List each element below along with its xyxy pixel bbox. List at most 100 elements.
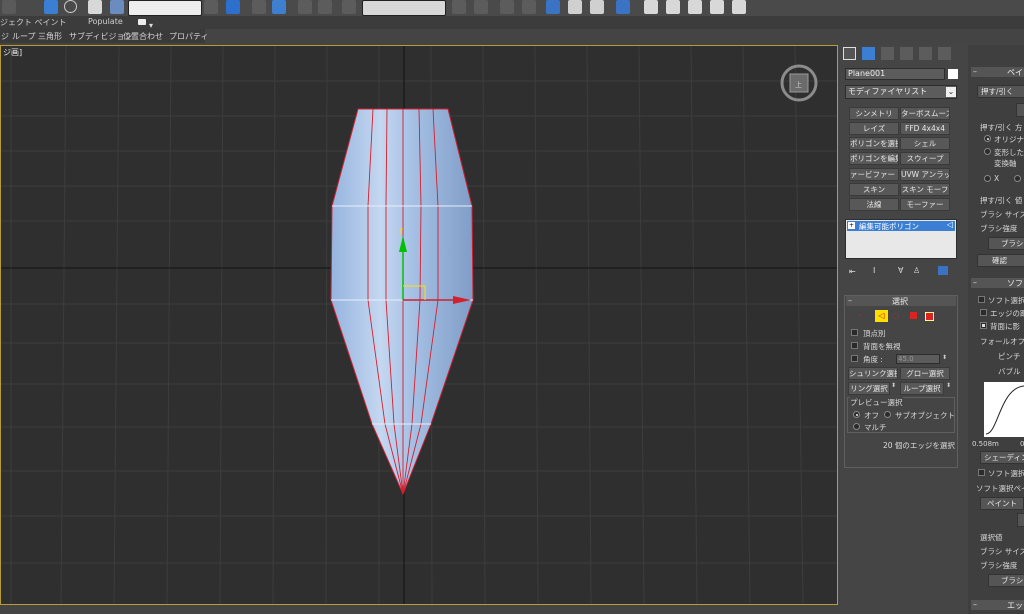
preview-multi-radio[interactable] xyxy=(853,423,860,430)
activeshade-icon[interactable] xyxy=(710,0,724,14)
lock-soft-selection-checkbox[interactable] xyxy=(978,469,985,476)
populate-tab[interactable]: Populate xyxy=(88,17,123,26)
use-soft-selection-checkbox[interactable] xyxy=(978,296,985,303)
named-selection-dropdown[interactable] xyxy=(362,0,446,16)
object-name-field[interactable]: Plane001 xyxy=(845,68,945,80)
schematic-view-icon[interactable] xyxy=(568,0,582,14)
create-tab-icon[interactable] xyxy=(843,47,856,60)
brush-options-button-2[interactable]: ブラシ xyxy=(988,574,1024,587)
motion-tab-icon[interactable] xyxy=(900,47,913,60)
ribbon-toggle-icon[interactable] xyxy=(138,19,146,25)
ignore-backfacing-checkbox[interactable] xyxy=(851,342,858,349)
spinner-snap-icon[interactable] xyxy=(318,0,332,14)
modifier-button-turbosmooth[interactable]: ターボスムーズ xyxy=(900,107,950,120)
shrink-button[interactable]: シュリンク選択 xyxy=(848,367,898,380)
edit-edges-header[interactable]: – エッジ xyxy=(971,600,1024,610)
modifier-button-normal[interactable]: 法線 xyxy=(849,198,899,211)
by-vertex-checkbox[interactable] xyxy=(851,329,858,336)
original-normals-radio[interactable] xyxy=(984,135,991,142)
modifier-button-shell[interactable]: シェル xyxy=(900,137,950,150)
display-tab-icon[interactable] xyxy=(919,47,932,60)
show-end-result-icon[interactable]: Ⅰ xyxy=(873,266,875,275)
grow-button[interactable]: グロー選択 xyxy=(900,367,950,380)
vertex-subobject-icon[interactable]: · xyxy=(859,311,862,320)
chevron-down-icon[interactable]: ⌄ xyxy=(946,87,956,97)
ring-button[interactable]: リング選択 xyxy=(848,382,890,395)
modifier-button-surface-ws[interactable]: ァービファー (WS xyxy=(849,168,899,181)
modifier-list-dropdown[interactable]: モディファイヤリスト xyxy=(845,85,957,99)
angle-input[interactable]: 45.0 xyxy=(896,354,940,364)
axis-y-radio[interactable] xyxy=(1014,175,1021,182)
modifier-button-skin[interactable]: スキン xyxy=(849,183,899,196)
snap-toggle-icon[interactable] xyxy=(252,0,266,14)
configure-modifier-sets-icon[interactable] xyxy=(938,266,948,275)
polygon-subobject-icon[interactable] xyxy=(910,312,917,319)
ring-spinner[interactable]: ⬍ xyxy=(891,382,896,389)
modifier-button-poly-select[interactable]: ポリゴンを選択 xyxy=(849,137,899,150)
select-move-icon[interactable] xyxy=(110,0,124,14)
angle-spinner[interactable]: ⬍ xyxy=(942,354,947,361)
render-setup-icon[interactable] xyxy=(616,0,630,14)
paint-deformation-header[interactable]: – ペイン xyxy=(971,67,1024,77)
modifier-button-uvw-unwrap[interactable]: UVW アンラップ xyxy=(900,168,950,181)
edge-distance-checkbox[interactable] xyxy=(980,309,987,316)
toolbar-icon[interactable] xyxy=(2,0,16,14)
pin-stack-icon[interactable]: ⇤ xyxy=(849,267,856,276)
revert-button[interactable] xyxy=(1017,513,1024,527)
pivot-icon[interactable] xyxy=(204,0,218,14)
modifier-button-skin-morph[interactable]: スキン モーフ xyxy=(900,183,950,196)
curve-editor-icon[interactable] xyxy=(546,0,560,14)
reference-coord-dropdown[interactable] xyxy=(128,0,202,16)
modifier-button-morpher[interactable]: モーファー xyxy=(900,198,950,211)
menu-item-edit[interactable]: ジ xyxy=(1,31,9,42)
modifier-button-relax[interactable]: レイズ xyxy=(849,122,899,135)
preview-off-radio[interactable] xyxy=(853,411,860,418)
preview-subobject-radio[interactable] xyxy=(884,411,891,418)
angle-snap-icon[interactable] xyxy=(272,0,286,14)
loop-button[interactable]: ループ選択 xyxy=(900,382,944,395)
element-subobject-icon[interactable] xyxy=(925,312,934,321)
render-iterative-icon[interactable] xyxy=(688,0,702,14)
object-color-swatch[interactable] xyxy=(948,69,958,79)
brush-options-button[interactable]: ブラシオ xyxy=(988,237,1024,250)
stack-item-editable-poly[interactable]: + 編集可能ポリゴン ◁ xyxy=(847,220,955,231)
percent-snap-icon[interactable] xyxy=(298,0,312,14)
paint-button[interactable]: ペイント xyxy=(980,497,1024,510)
mirror-icon[interactable] xyxy=(452,0,466,14)
loop-spinner[interactable]: ⬍ xyxy=(946,382,951,389)
border-subobject-icon[interactable]: ◌ xyxy=(892,311,899,320)
render-online-icon[interactable] xyxy=(732,0,746,14)
viewcube-icon[interactable]: 上 xyxy=(780,64,818,102)
object-paint-tab[interactable]: ジェクト ペイント xyxy=(0,17,67,28)
menu-item-align[interactable]: 位置合わせ xyxy=(123,31,163,42)
circle-select-icon[interactable] xyxy=(64,0,77,13)
select-object-icon[interactable] xyxy=(44,0,58,14)
menu-item-loop[interactable]: ループ xyxy=(12,31,36,42)
select-manipulate-icon[interactable] xyxy=(226,0,240,14)
render-production-icon[interactable] xyxy=(666,0,680,14)
modifier-button-edit-poly[interactable]: ポリゴンを編集 xyxy=(849,152,899,165)
edit-named-selection-icon[interactable] xyxy=(342,0,356,14)
shaded-face-toggle[interactable]: シェーディン xyxy=(980,451,1024,464)
align-icon[interactable] xyxy=(474,0,488,14)
deformed-normals-radio[interactable] xyxy=(984,148,991,155)
perspective-viewport[interactable]: ジ画] y 上 xyxy=(0,45,838,605)
graphite-toggle-icon[interactable] xyxy=(522,0,536,14)
mesh-object[interactable] xyxy=(330,108,474,496)
hierarchy-tab-icon[interactable] xyxy=(881,47,894,60)
modifier-stack[interactable]: + 編集可能ポリゴン ◁ xyxy=(845,219,957,259)
material-editor-icon[interactable] xyxy=(590,0,604,14)
selection-rollout-header[interactable]: – 選択 xyxy=(846,296,956,306)
utilities-tab-icon[interactable] xyxy=(938,47,951,60)
expand-icon[interactable]: + xyxy=(848,222,855,229)
by-angle-checkbox[interactable] xyxy=(851,355,858,362)
modifier-button-ffd[interactable]: FFD 4x4x4 xyxy=(900,122,950,135)
menu-item-triangle[interactable]: 三角形 xyxy=(38,31,62,42)
modifier-button-sweep[interactable]: スウィープ xyxy=(900,152,950,165)
rendered-frame-icon[interactable] xyxy=(644,0,658,14)
push-pull-button[interactable]: 押す/引く xyxy=(977,85,1024,98)
modify-tab-icon[interactable] xyxy=(862,47,875,60)
commit-button[interactable]: 確認 xyxy=(977,254,1024,267)
edge-subobject-icon[interactable]: ◁ xyxy=(875,310,888,322)
soft-selection-header[interactable]: – ソフ xyxy=(971,278,1024,288)
